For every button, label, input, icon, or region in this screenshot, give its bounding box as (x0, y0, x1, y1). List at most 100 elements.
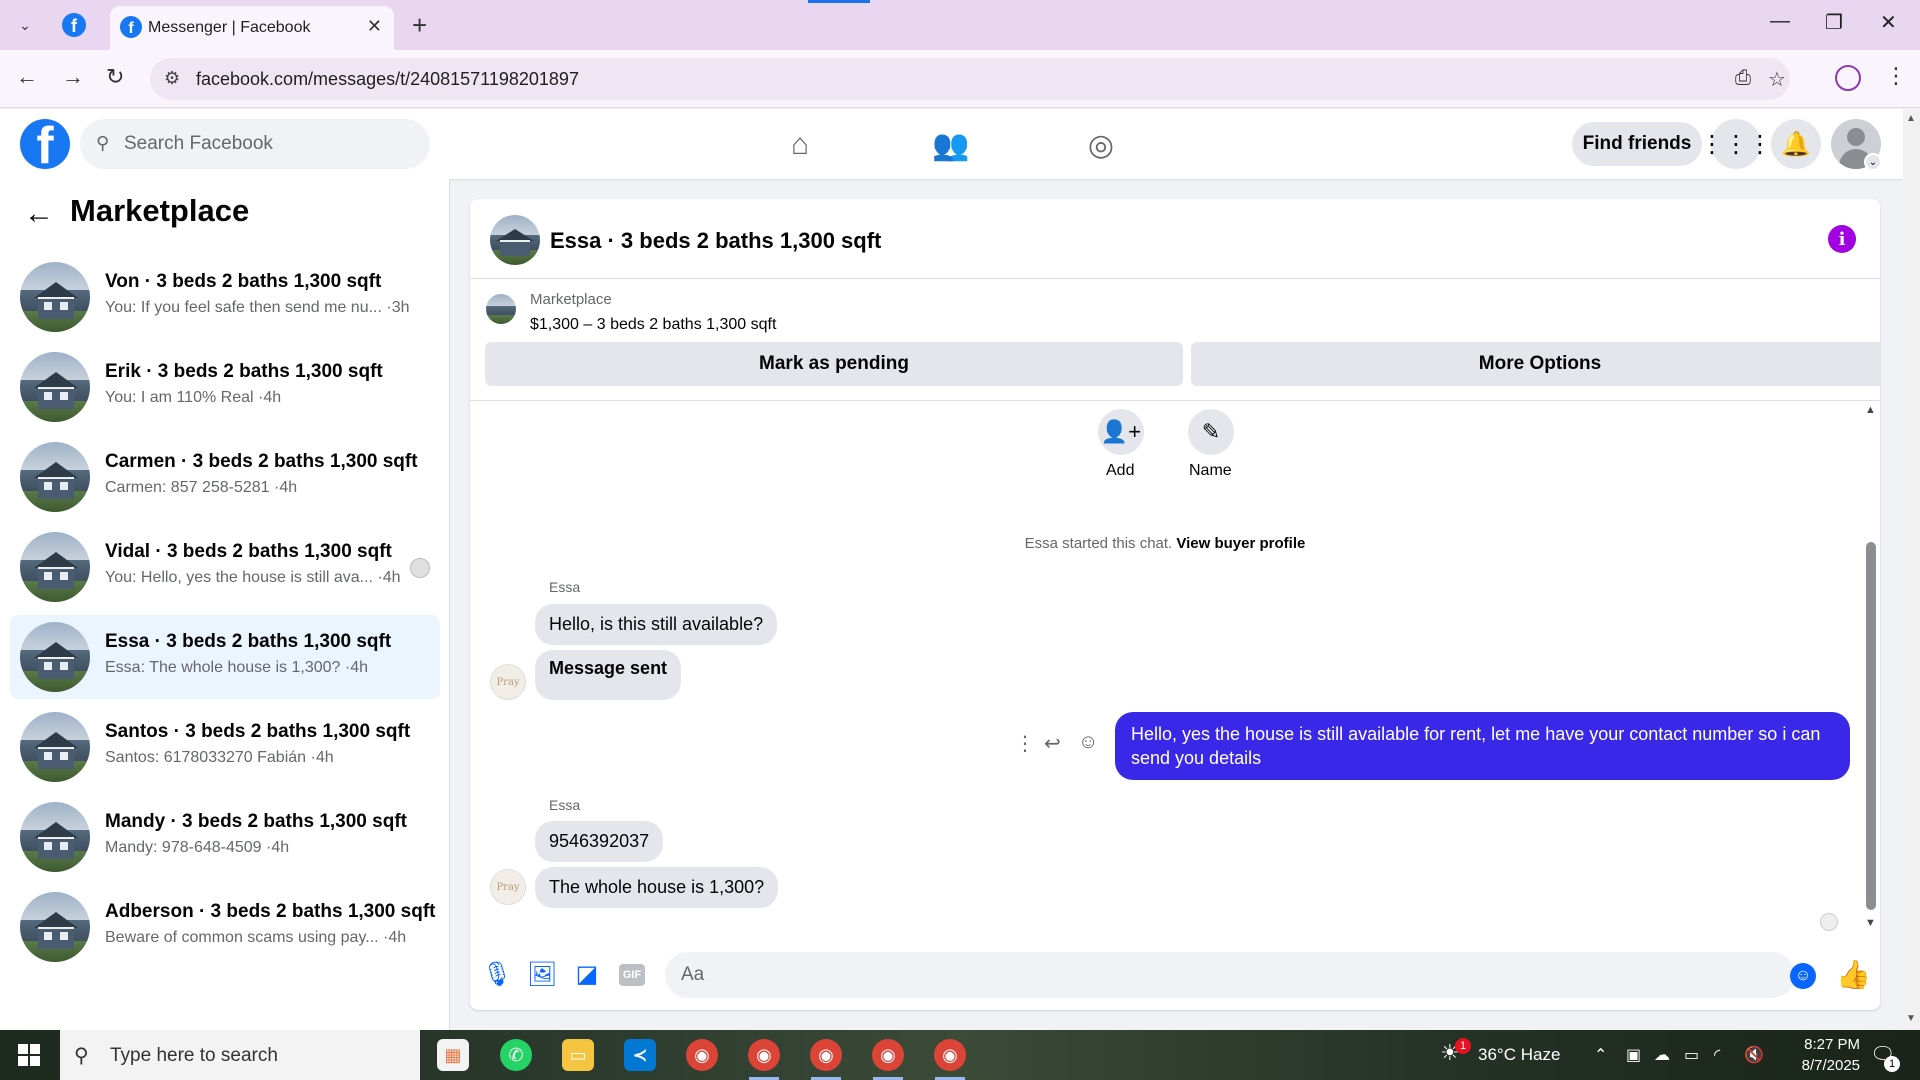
browser-menu-icon[interactable]: ⋮ (1885, 63, 1907, 89)
chat-listing-avatar[interactable] (490, 215, 540, 265)
wifi-icon[interactable]: ◜ (1714, 1045, 1720, 1065)
find-friends-button[interactable]: Find friends (1572, 122, 1702, 166)
tab-close-icon[interactable]: ✕ (367, 16, 382, 37)
notifications-bell-icon[interactable]: 🔔 (1771, 119, 1821, 169)
chat-scroll-down-icon[interactable]: ▼ (1865, 917, 1876, 929)
microphone-icon[interactable]: 🎙 (482, 960, 512, 989)
whatsapp-icon[interactable]: ✆ (500, 1039, 532, 1071)
more-options-button[interactable]: More Options (1191, 342, 1880, 386)
vscode-icon[interactable]: ≺ (624, 1039, 656, 1071)
weather-text[interactable]: 36°C Haze (1478, 1045, 1560, 1065)
thumbs-up-icon[interactable]: 👍 (1836, 958, 1871, 991)
conversation-item[interactable]: Mandy · 3 beds 2 baths 1,300 sqft Mandy: … (10, 795, 440, 879)
chat-title[interactable]: Essa · 3 beds 2 baths 1,300 sqft (550, 228, 881, 254)
bookmark-star-icon[interactable]: ☆ (1768, 67, 1786, 92)
conversation-item[interactable]: Von · 3 beds 2 baths 1,300 sqft You: If y… (10, 255, 440, 339)
battery-icon[interactable]: ▭ (1684, 1045, 1699, 1065)
conversation-item[interactable]: Santos · 3 beds 2 baths 1,300 sqft Santos… (10, 705, 440, 789)
listing-thumbnail[interactable] (486, 294, 516, 324)
edit-name-pencil-icon[interactable]: ✎ (1188, 409, 1234, 455)
conversation-item[interactable]: Essa · 3 beds 2 baths 1,300 sqft Essa: Th… (10, 615, 440, 699)
chrome-profile-icon[interactable]: ◉ (748, 1039, 780, 1071)
mark-as-pending-button[interactable]: Mark as pending (485, 342, 1183, 386)
house-roof (34, 822, 78, 838)
url-text[interactable]: facebook.com/messages/t/2408157119820189… (196, 69, 579, 90)
page-scrollbar[interactable]: ▲ ▼ (1903, 109, 1920, 1030)
forward-arrow-icon[interactable]: → (62, 64, 84, 90)
back-arrow-icon[interactable]: ← (16, 64, 38, 90)
install-app-icon[interactable]: ⎙ (1735, 67, 1751, 90)
conversation-preview: Essa: The whole house is 1,300? ·4h (105, 659, 368, 676)
chrome-profile-icon[interactable]: ◉ (810, 1039, 842, 1071)
house-window (44, 572, 52, 580)
reload-icon[interactable]: ↻ (106, 64, 124, 90)
minimize-icon[interactable]: — (1770, 10, 1790, 33)
show-hidden-icons-icon[interactable]: ⌃ (1594, 1045, 1607, 1065)
chat-scroll-thumb[interactable] (1866, 542, 1876, 910)
sender-avatar[interactable]: Pray (490, 664, 526, 700)
house-window (44, 932, 52, 940)
menu-grid-icon[interactable]: ⋮⋮⋮ (1700, 119, 1772, 169)
sender-avatar[interactable]: Pray (490, 869, 526, 905)
more-options-icon[interactable]: ⋮ (1015, 731, 1035, 756)
sticker-icon[interactable]: ◪ (572, 960, 602, 989)
incoming-message[interactable]: The whole house is 1,300? (535, 867, 779, 908)
meet-now-icon[interactable]: ▣ (1626, 1045, 1641, 1065)
pinned-facebook-tab-icon[interactable]: f (62, 13, 86, 37)
new-tab-button[interactable]: + (412, 10, 427, 41)
chrome-profile-icon[interactable]: ◉ (934, 1039, 966, 1071)
gif-icon[interactable]: GIF (619, 964, 645, 986)
search-input[interactable] (124, 119, 414, 169)
address-bar[interactable]: ⚙ facebook.com/messages/t/24081571198201… (150, 58, 1790, 100)
conversation-item[interactable]: Adberson · 3 beds 2 baths 1,300 sqft Bewa… (10, 885, 440, 969)
view-buyer-profile-link[interactable]: View buyer profile (1176, 535, 1305, 552)
photo-icon[interactable]: 🖼 (527, 960, 557, 989)
chrome-profile-icon[interactable]: ◉ (872, 1039, 904, 1071)
windows-start-icon[interactable] (18, 1044, 40, 1066)
onedrive-icon[interactable]: ☁ (1654, 1045, 1670, 1065)
react-emoji-icon[interactable]: ☺ (1078, 731, 1098, 754)
outgoing-message[interactable]: Hello, yes the house is still available … (1115, 712, 1850, 780)
add-person-icon[interactable]: 👤+ (1098, 409, 1144, 455)
incoming-message[interactable]: 9546392037 (535, 821, 664, 862)
home-icon[interactable]: ⌂ (780, 125, 820, 165)
tab-search-chevron-icon[interactable]: ⌄ (12, 12, 38, 38)
info-icon[interactable]: i (1828, 225, 1856, 253)
account-chevron-icon[interactable]: ⌄ (1864, 153, 1882, 171)
conversation-item[interactable]: Erik · 3 beds 2 baths 1,300 sqft You: I a… (10, 345, 440, 429)
emoji-icon[interactable]: ☺ (1790, 963, 1816, 989)
groups-icon[interactable]: ◎ (1081, 125, 1121, 165)
facebook-logo-icon[interactable]: f (20, 119, 70, 169)
reply-icon[interactable]: ↩ (1044, 731, 1061, 756)
taskbar-search[interactable]: ⚲ Type here to search (60, 1030, 420, 1080)
conversation-item[interactable]: Carmen · 3 beds 2 baths 1,300 sqft Carmen… (10, 435, 440, 519)
scroll-down-icon[interactable]: ▼ (1906, 1013, 1916, 1024)
seen-indicator-avatar (1820, 913, 1838, 931)
browser-profile-icon[interactable] (1835, 65, 1861, 91)
site-info-icon[interactable]: ⚙ (164, 68, 180, 89)
friends-icon[interactable]: 👥 (931, 125, 971, 165)
house-window (60, 572, 68, 580)
chat-scrollbar[interactable]: ▲ ▼ (1860, 404, 1880, 934)
scroll-up-icon[interactable]: ▲ (1906, 113, 1916, 124)
house-roof (34, 642, 78, 658)
incoming-message[interactable]: Hello, is this still available? (535, 604, 778, 645)
house-window (60, 662, 68, 670)
message-input[interactable] (665, 952, 1795, 998)
microsoft-store-icon[interactable]: ▦ (437, 1039, 469, 1071)
conversation-item[interactable]: Vidal · 3 beds 2 baths 1,300 sqft You: He… (10, 525, 440, 609)
listing-title[interactable]: $1,300 – 3 beds 2 baths 1,300 sqft (530, 316, 776, 334)
search-box[interactable]: ⚲ (80, 119, 430, 169)
chat-panel: Essa · 3 beds 2 baths 1,300 sqft i Marke… (470, 199, 1880, 1010)
conversation-name: Santos · 3 beds 2 baths 1,300 sqft (105, 721, 411, 742)
window-close-icon[interactable]: ✕ (1880, 10, 1897, 35)
taskbar-clock[interactable]: 8:27 PM 8/7/2025 (1760, 1034, 1860, 1076)
chat-scroll-up-icon[interactable]: ▲ (1865, 404, 1876, 416)
restore-icon[interactable]: ❐ (1825, 10, 1843, 35)
chrome-icon[interactable]: ◉ (686, 1039, 718, 1071)
back-arrow-icon[interactable]: ← (24, 197, 54, 231)
active-tab[interactable]: f Messenger | Facebook ✕ (110, 6, 394, 50)
house-window (44, 662, 52, 670)
file-explorer-icon[interactable]: ▭ (562, 1039, 594, 1071)
incoming-message[interactable]: Message sent (535, 650, 682, 700)
